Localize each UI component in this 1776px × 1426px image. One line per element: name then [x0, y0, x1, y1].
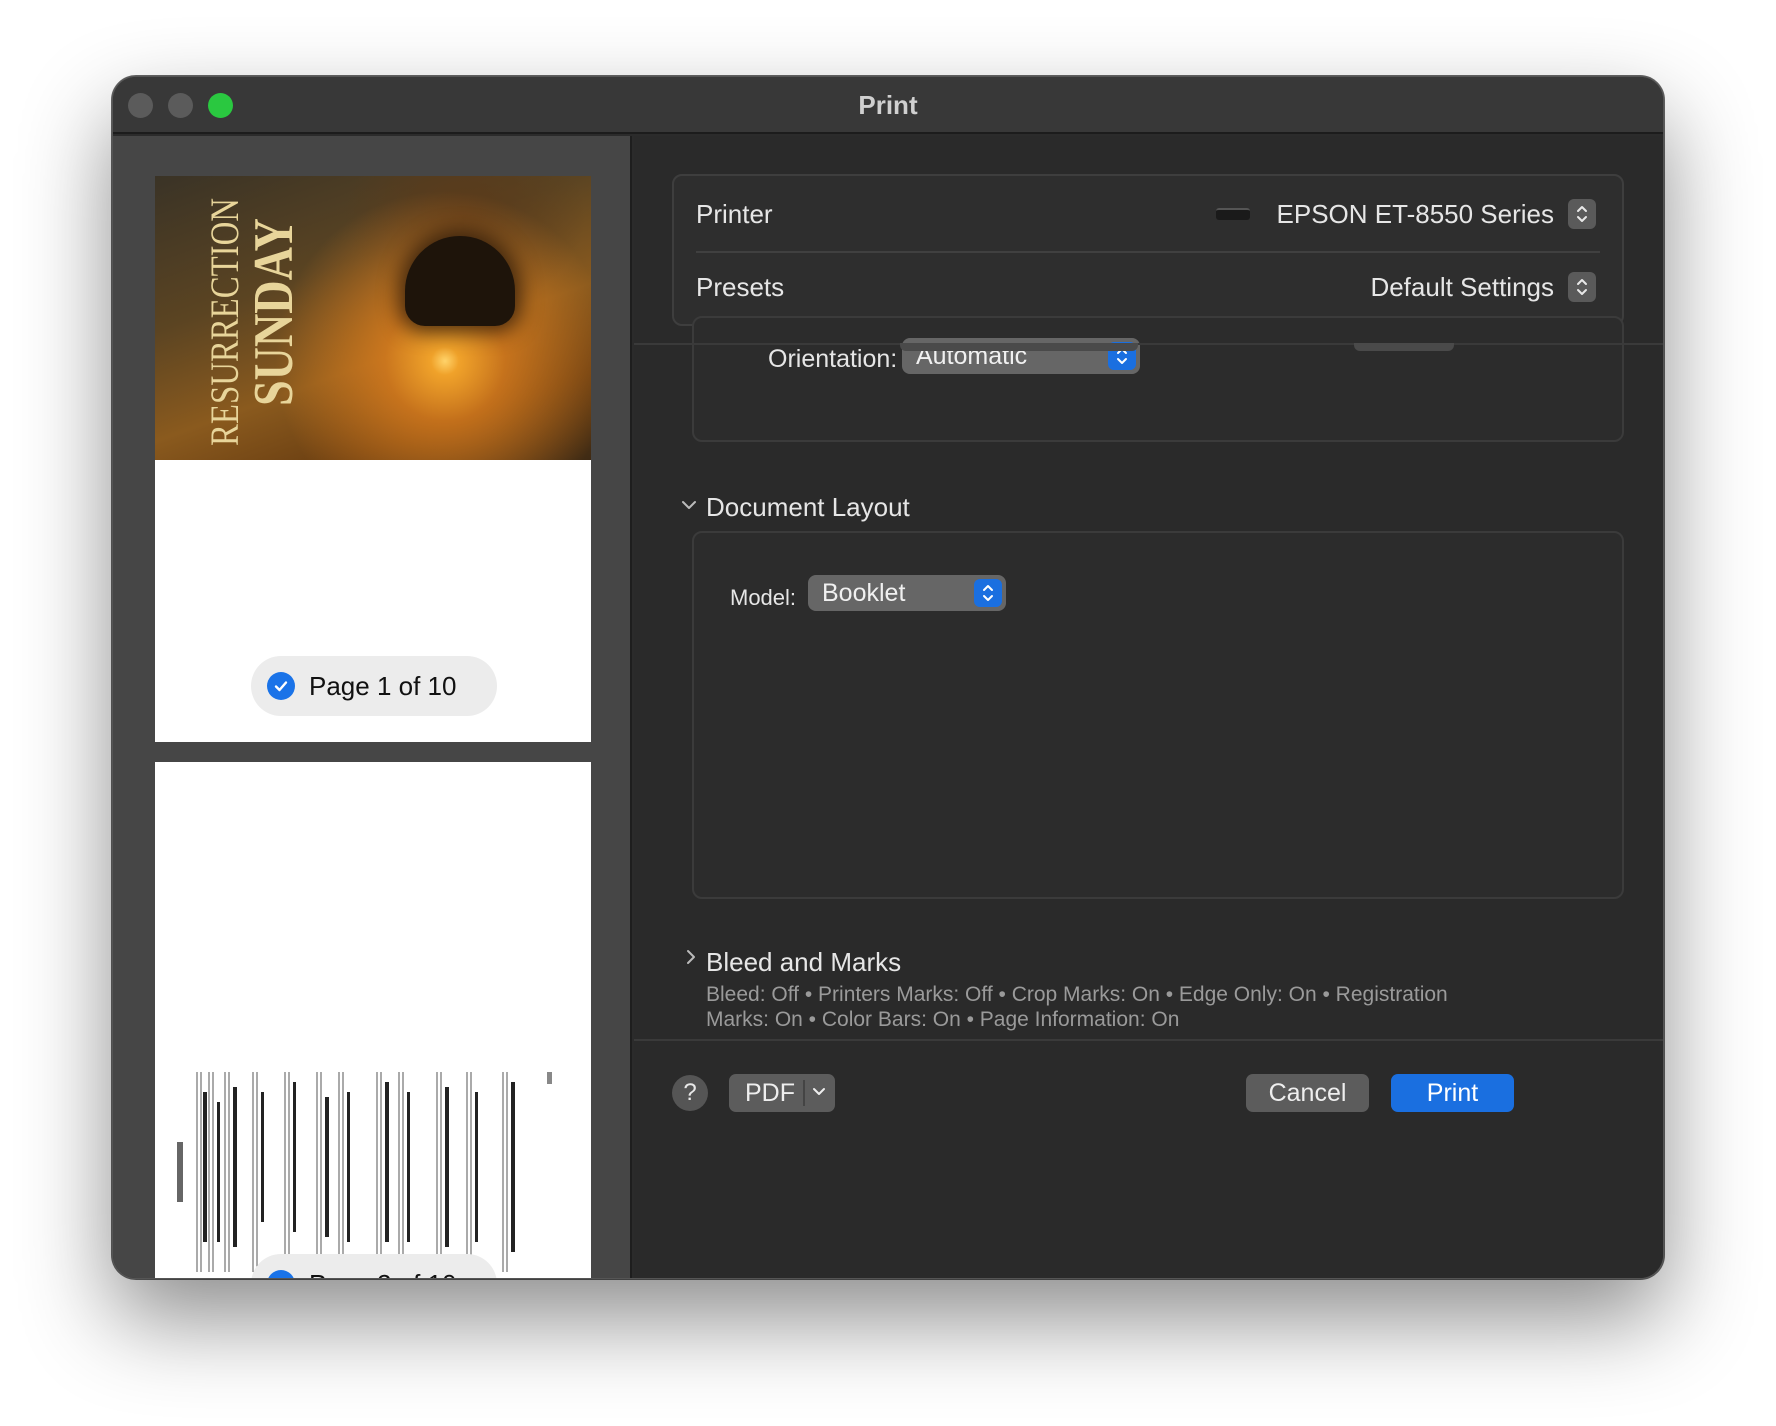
chevron-down-icon[interactable] [811, 1085, 827, 1099]
model-label: Model: [730, 585, 797, 610]
clipped-field [1354, 343, 1454, 351]
cover-title-graphic: RESURRECTION SUNDAY [202, 198, 305, 446]
presets-label: Presets [696, 272, 785, 302]
scroll-separator [634, 343, 1663, 345]
divider [803, 1080, 805, 1106]
bleed-and-marks-summary: Bleed: Off • Printers Marks: Off • Crop … [706, 983, 1448, 1031]
cover-line-2: SUNDAY [243, 218, 305, 406]
cancel-button[interactable]: Cancel [1246, 1074, 1369, 1112]
presets-stepper-icon[interactable] [1568, 272, 1596, 302]
cover-title: RESURRECTION SUNDAY [200, 184, 320, 454]
page-setup-group: Orientation: Automatic [692, 316, 1624, 442]
page-thumbnail-2[interactable]: Page 2 of 10 [155, 762, 591, 1279]
printer-stepper-icon[interactable] [1568, 199, 1596, 229]
checkmark-icon[interactable] [267, 672, 295, 700]
document-layout-heading[interactable]: Document Layout [706, 492, 910, 523]
page-include-badge[interactable]: Page 2 of 10 [251, 1254, 497, 1279]
printer-icon [1216, 208, 1250, 220]
page-badge-label: Page 2 of 10 [309, 1269, 456, 1279]
print-button[interactable]: Print [1391, 1074, 1514, 1112]
divider [696, 251, 1600, 253]
clipped-popup [900, 343, 1138, 351]
titlebar: Print [113, 77, 1663, 134]
page-badge-label: Page 1 of 10 [309, 670, 457, 701]
orientation-label: Orientation: [768, 345, 898, 373]
page-thumbnail-1[interactable]: RESURRECTION SUNDAY Page 1 of 10 [155, 176, 591, 742]
document-layout-group: Model: Booklet [692, 531, 1624, 899]
presets-select[interactable]: Default Settings [1370, 272, 1554, 303]
bleed-and-marks-heading[interactable]: Bleed and Marks [706, 947, 901, 978]
pdf-menu-button[interactable]: PDF [729, 1074, 835, 1112]
pdf-label: PDF [745, 1079, 795, 1107]
window-title: Print [858, 90, 918, 120]
model-value: Booklet [822, 578, 906, 607]
chevron-right-icon[interactable] [684, 948, 698, 966]
model-popup[interactable]: Booklet [808, 575, 1006, 611]
cover-line-1: RESURRECTION [202, 198, 247, 446]
page-include-badge[interactable]: Page 1 of 10 [251, 656, 497, 716]
print-dialog-window: Print RESURRECTION SUNDAY Page 1 of 10 P… [112, 76, 1664, 1279]
chevron-down-icon[interactable] [680, 498, 698, 512]
sheet-music-preview [177, 1072, 552, 1272]
tomb-opening [405, 236, 515, 326]
footer-separator [634, 1039, 1663, 1041]
help-icon[interactable]: ? [672, 1075, 708, 1111]
printer-select[interactable]: EPSON ET-8550 Series [1277, 199, 1554, 230]
printer-label: Printer [696, 199, 773, 229]
page-preview-sidebar[interactable]: RESURRECTION SUNDAY Page 1 of 10 [113, 136, 632, 1279]
checkmark-icon[interactable] [267, 1270, 295, 1278]
cover-image: RESURRECTION SUNDAY [155, 176, 591, 460]
stepper-icon [974, 579, 1002, 607]
print-settings-panel: Printer EPSON ET-8550 Series Presets Def… [634, 136, 1663, 1278]
printer-presets-box: Printer EPSON ET-8550 Series Presets Def… [672, 174, 1624, 326]
